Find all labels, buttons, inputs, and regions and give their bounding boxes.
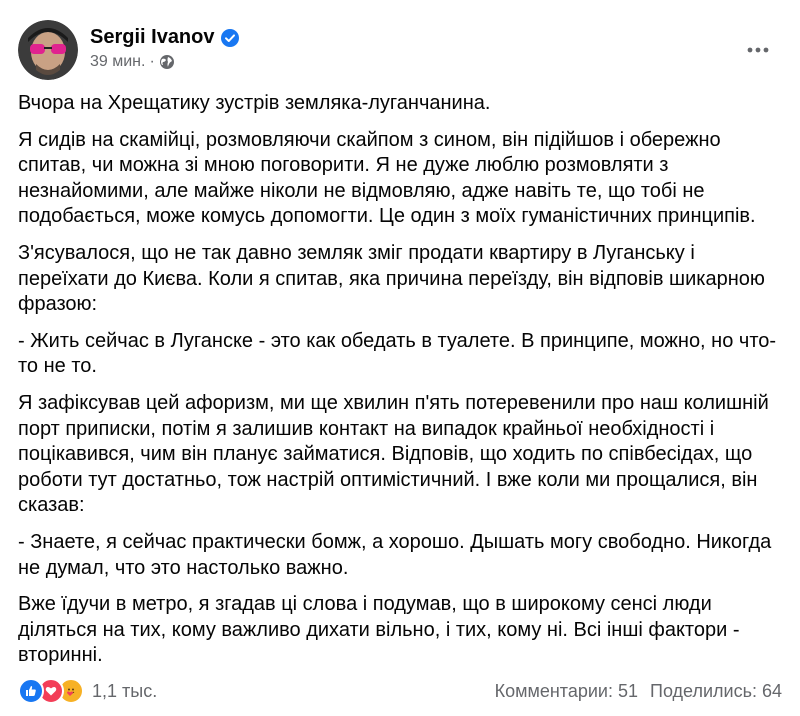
post-meta: 39 мин. · (90, 53, 175, 71)
post-footer: 1,1 тыс. Комментарии: 51 Поделились: 64 (18, 676, 782, 706)
comments-count[interactable]: Комментарии: 51 (495, 681, 638, 702)
facebook-post: Sergii Ivanov 39 мин. · Вчора на Хрещати… (0, 0, 800, 716)
reactions-summary[interactable]: 1,1 тыс. (18, 678, 157, 704)
meta-separator: · (149, 53, 155, 70)
post-time[interactable]: 39 мин. (90, 53, 145, 71)
more-options-icon (747, 47, 769, 53)
post-paragraph: З'ясувалося, що не так давно земляк зміг… (18, 241, 765, 316)
globe-icon[interactable] (159, 54, 175, 70)
like-icon (18, 678, 44, 704)
more-options-button[interactable] (740, 32, 776, 68)
post-text: Вчора на Хрещатику зустрів земляка-луган… (18, 91, 788, 680)
author-row: Sergii Ivanov (90, 26, 239, 49)
author-name[interactable]: Sergii Ivanov (90, 26, 215, 49)
reaction-count[interactable]: 1,1 тыс. (92, 681, 157, 702)
post-paragraph: Вже їдучи в метро, я згадав ці слова і п… (18, 593, 740, 667)
post-paragraph: Я зафіксував цей афоризм, ми ще хвилин п… (18, 391, 769, 517)
post-paragraph: Вчора на Хрещатику зустрів земляка-луган… (18, 92, 491, 114)
post-paragraph: Я сидів на скамійці, розмовляючи скайпом… (18, 128, 756, 228)
post-paragraph: - Знаете, я сейчас практически бомж, а х… (18, 530, 772, 579)
post-stats: Комментарии: 51 Поделились: 64 (495, 681, 782, 702)
shares-count[interactable]: Поделились: 64 (650, 681, 782, 702)
post-paragraph: - Жить сейчас в Луганске - это как обеда… (18, 329, 777, 378)
post-header: Sergii Ivanov 39 мин. · (18, 20, 782, 80)
avatar[interactable] (18, 20, 78, 80)
verified-badge-icon (220, 28, 239, 47)
